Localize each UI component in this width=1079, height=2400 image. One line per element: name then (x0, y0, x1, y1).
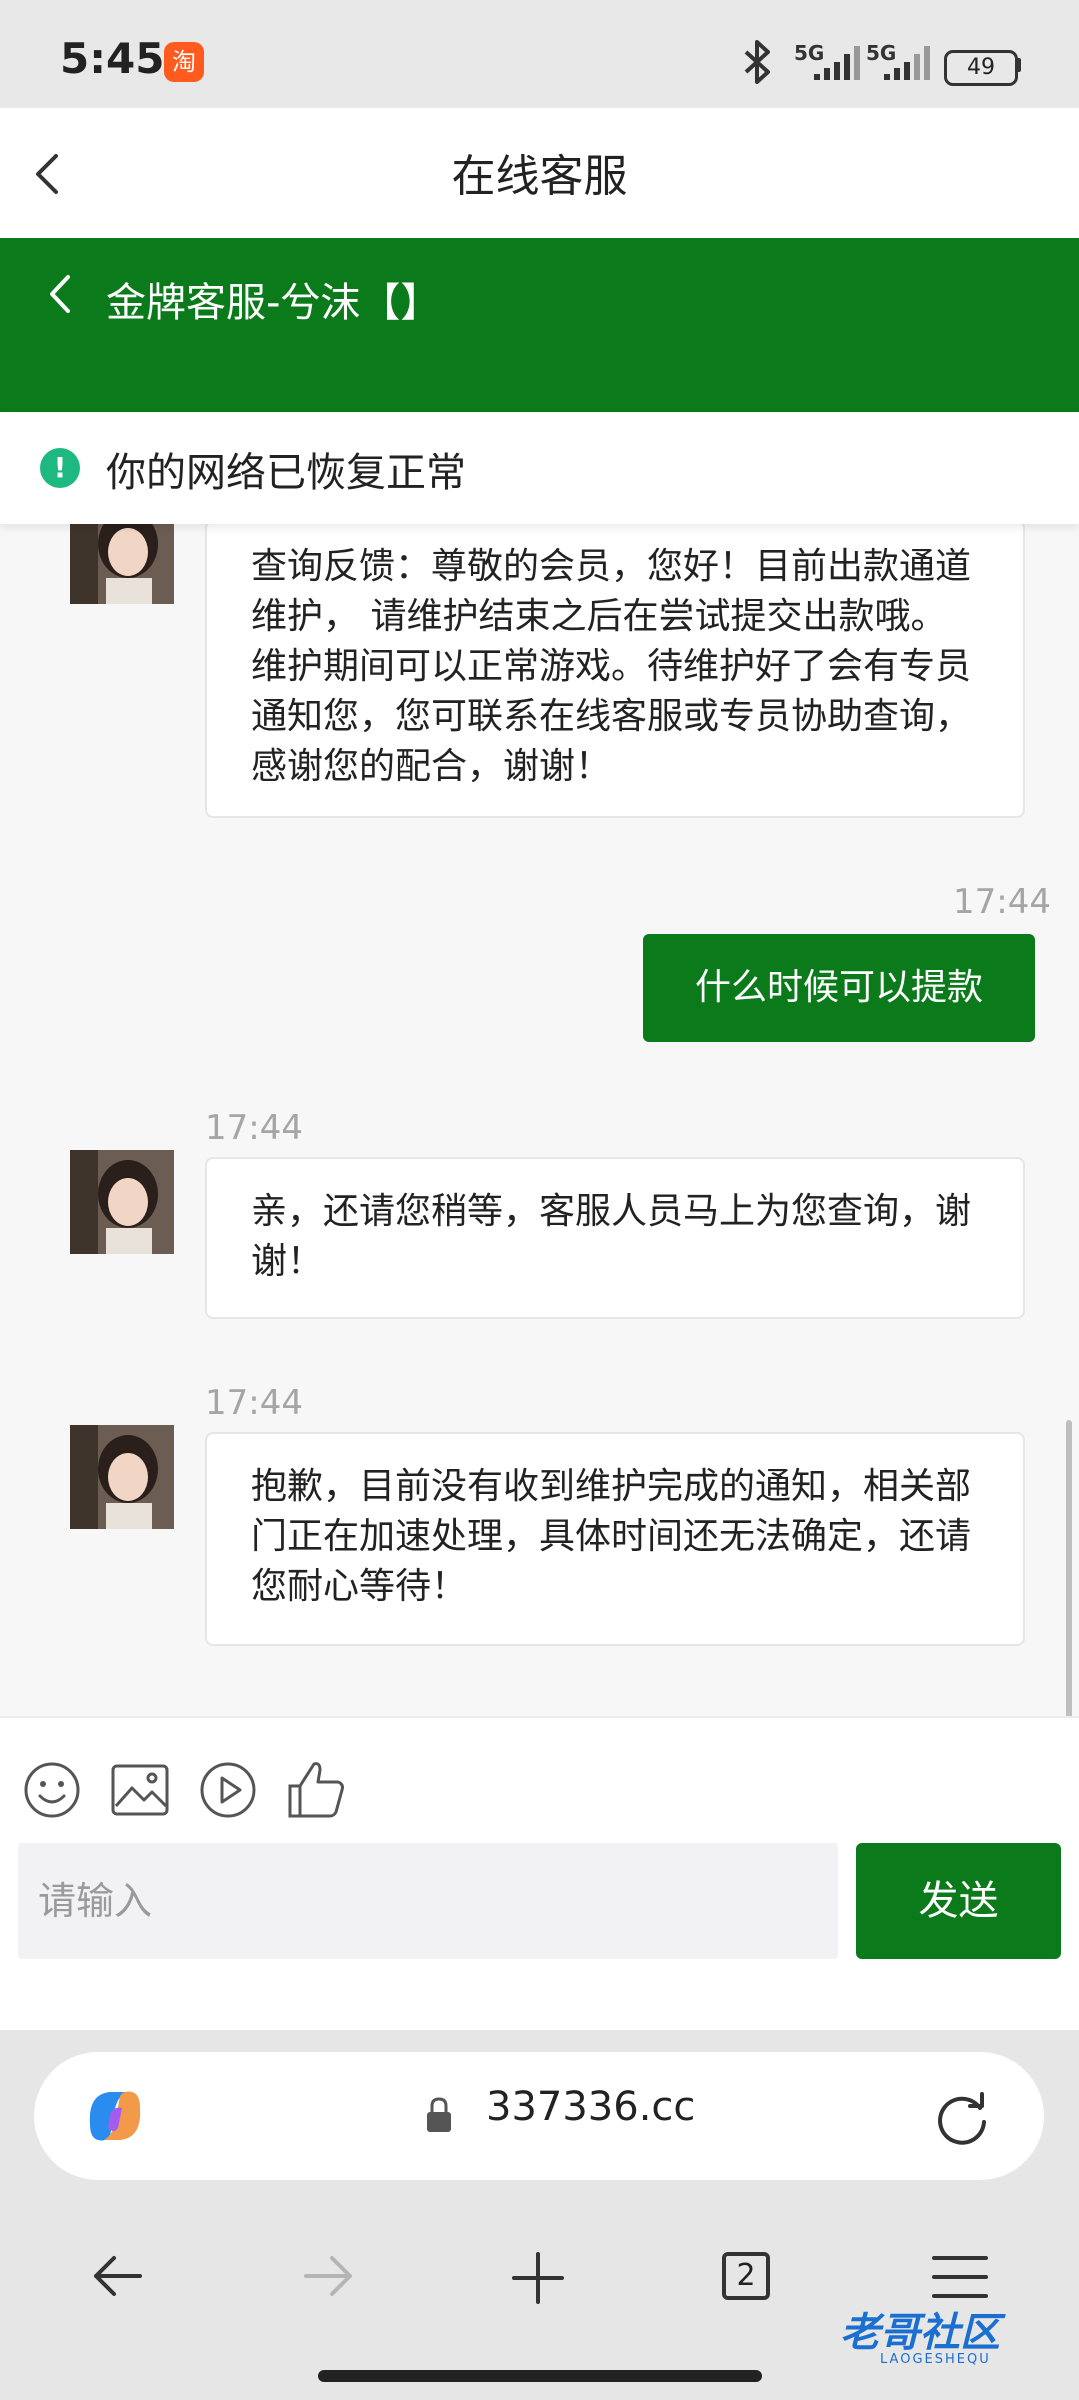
taobao-notification-icon: 淘 (164, 42, 204, 82)
watermark-sub: LAOGESHEQU (880, 2352, 991, 2367)
reload-icon[interactable] (932, 2088, 992, 2148)
agent-message-bubble: 亲，还请您稍等，客服人员马上为您查询，谢谢！ (205, 1157, 1025, 1319)
back-icon[interactable] (30, 152, 66, 196)
agent-name: 金牌客服-兮沫【】 (106, 280, 441, 326)
status-time: 5:45 (60, 34, 165, 83)
signal-icon-2: 5G (866, 41, 930, 80)
new-tab-icon[interactable] (510, 2250, 566, 2306)
bluetooth-icon (744, 40, 770, 84)
info-icon: ! (40, 448, 80, 488)
message-input[interactable] (18, 1843, 838, 1959)
video-icon[interactable] (198, 1760, 258, 1820)
menu-icon[interactable] (930, 2252, 990, 2302)
agent-message-bubble: 查询反馈：尊敬的会员，您好！目前出款通道维护， 请维护结束之后在尝试提交出款哦。… (205, 520, 1025, 818)
battery-indicator: 49 (944, 50, 1018, 86)
message-timestamp: 17:44 (953, 882, 1051, 922)
image-icon[interactable] (110, 1762, 170, 1818)
lock-icon (427, 2097, 451, 2132)
browser-back-icon[interactable] (88, 2250, 148, 2302)
message-timestamp: 17:44 (205, 1108, 303, 1148)
agent-avatar (70, 1150, 174, 1254)
watermark-logo: 老哥社区 (840, 2310, 1000, 2356)
copilot-icon[interactable] (80, 2084, 150, 2148)
browser-forward-icon[interactable] (298, 2250, 358, 2302)
chat-back-icon[interactable] (46, 273, 76, 315)
page-title: 在线客服 (451, 151, 628, 202)
svg-text:5G: 5G (866, 41, 896, 65)
home-indicator[interactable] (318, 2370, 762, 2382)
user-message-bubble: 什么时候可以提款 (643, 934, 1035, 1042)
thumbs-up-icon[interactable] (286, 1758, 348, 1820)
signal-icon: 5G (794, 41, 860, 80)
message-timestamp: 17:44 (205, 1383, 303, 1423)
svg-text:5G: 5G (794, 41, 824, 65)
notice-text: 你的网络已恢复正常 (106, 450, 466, 496)
chat-scrollbar[interactable] (1066, 1420, 1072, 1720)
emoji-icon[interactable] (22, 1760, 82, 1820)
agent-message-bubble: 抱歉，目前没有收到维护完成的通知，相关部门正在加速处理，具体时间还无法确定，还请… (205, 1432, 1025, 1646)
battery-tip (1016, 58, 1021, 72)
agent-avatar (70, 1425, 174, 1529)
send-button[interactable]: 发送 (856, 1843, 1061, 1959)
url-text[interactable]: 337336.cc (486, 2084, 695, 2130)
tabs-count-button[interactable]: 2 (722, 2252, 770, 2300)
